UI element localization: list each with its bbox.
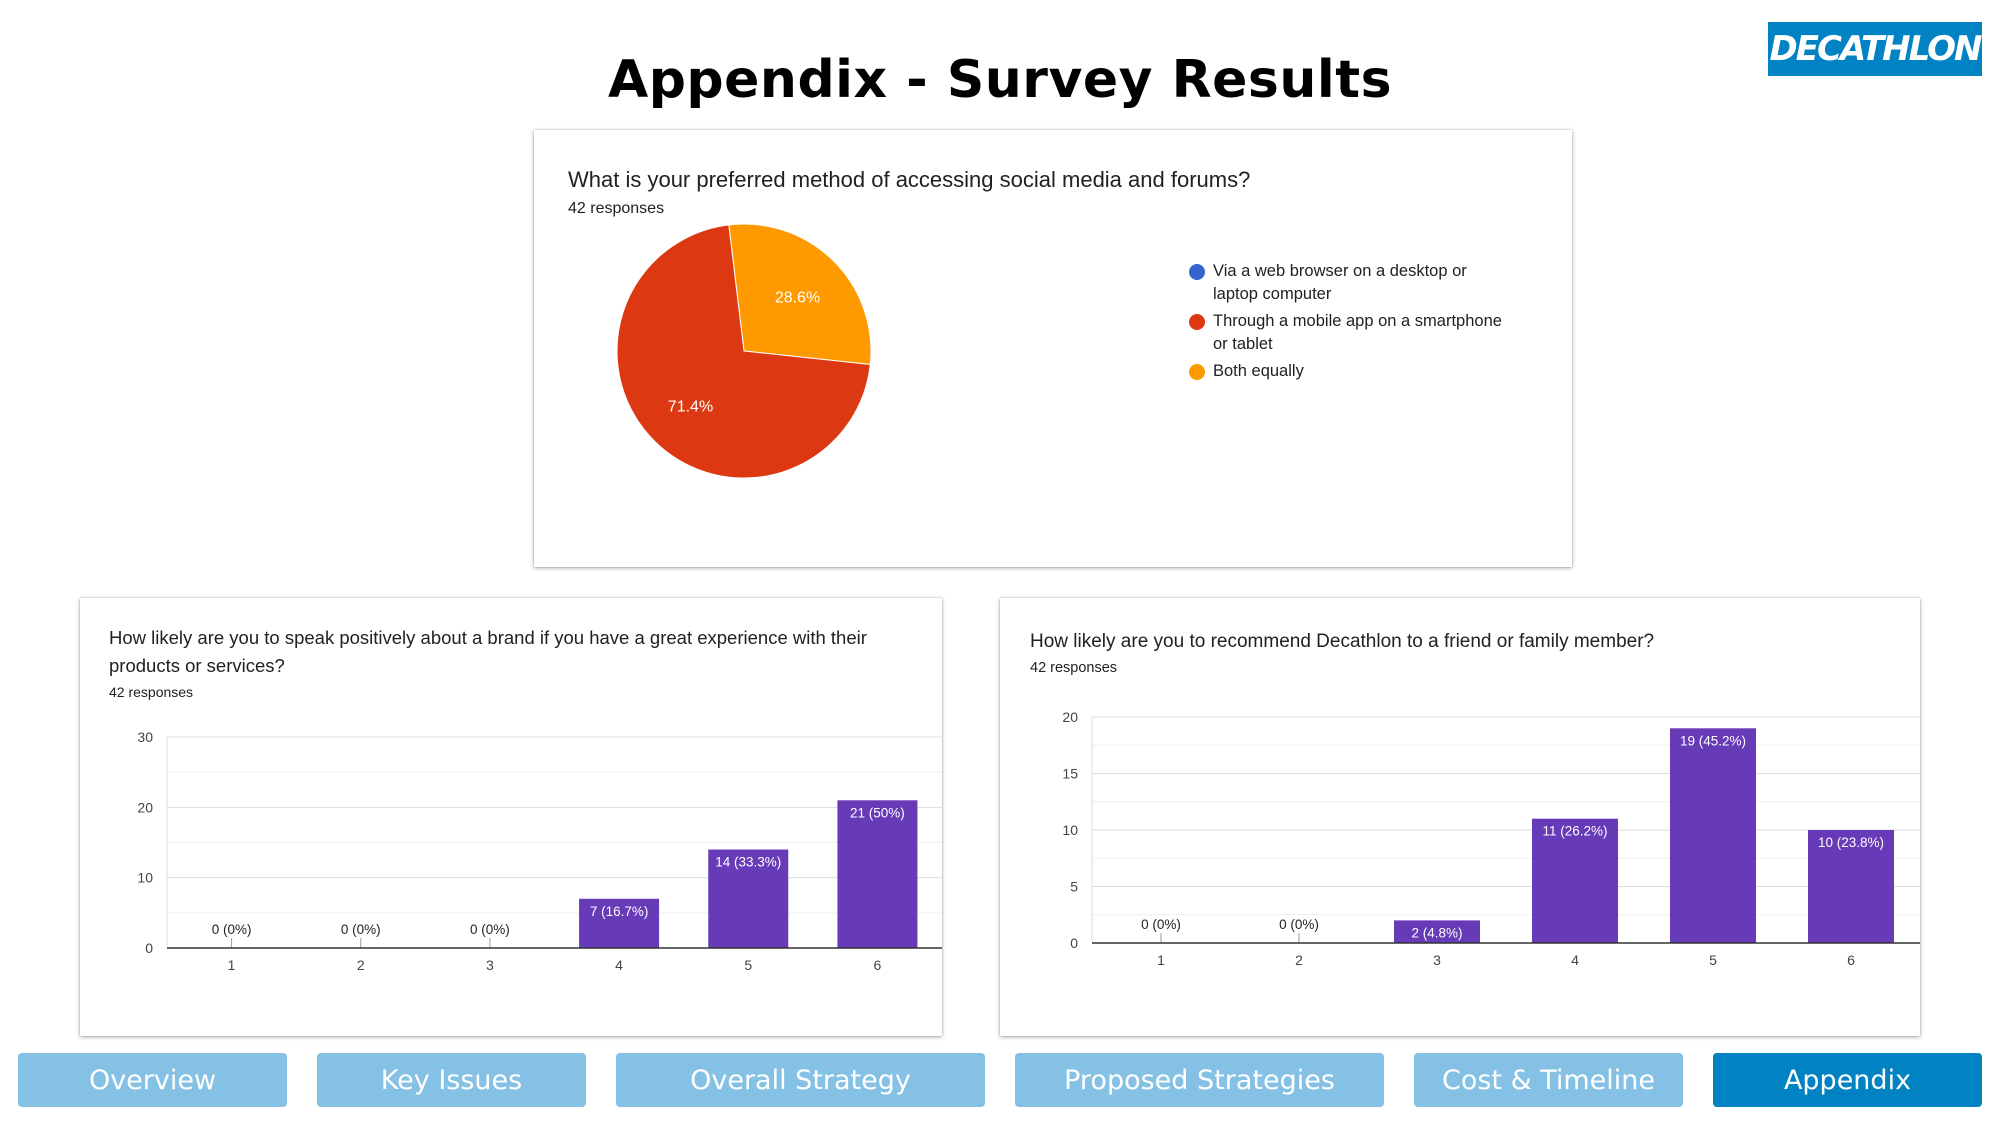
legend-label: Through a mobile app on a smartphone — [1213, 312, 1502, 330]
nav-key-issues[interactable]: Key Issues — [317, 1053, 586, 1107]
y-tick-label: 30 — [137, 729, 153, 745]
pie-chart-card: What is your preferred method of accessi… — [534, 130, 1572, 567]
legend-label: Via a web browser on a desktop or — [1213, 262, 1467, 280]
y-tick-label: 20 — [1062, 709, 1078, 725]
decathlon-logo: DECATHLON — [1768, 22, 1982, 76]
bar-data-label: 0 (0%) — [341, 922, 381, 937]
bar-data-label: 10 (23.8%) — [1818, 835, 1884, 850]
x-tick-label: 5 — [744, 957, 752, 973]
y-tick-label: 10 — [137, 870, 153, 886]
legend-label: Both equally — [1213, 362, 1304, 380]
y-tick-label: 0 — [1070, 935, 1078, 951]
x-tick-label: 4 — [1571, 952, 1579, 968]
pie-slice-label: 28.6% — [775, 290, 820, 307]
x-tick-label: 3 — [486, 957, 494, 973]
legend-label-cont: laptop computer — [1213, 285, 1332, 303]
bar-chart-right: 0 5 10 15 20 0 (0%) 1 0 (0%) 2 2 (4.8%) 3 11 (26.2%… — [1062, 709, 1920, 968]
nav-overview[interactable]: Overview — [18, 1053, 287, 1107]
x-tick-label: 2 — [1295, 952, 1303, 968]
y-tick-label: 15 — [1062, 766, 1078, 782]
bar-data-label: 19 (45.2%) — [1680, 733, 1746, 748]
bar-data-label: 0 (0%) — [1141, 917, 1181, 932]
legend-item-web-browser: Via a web browser on a desktop or laptop… — [1189, 260, 1534, 306]
legend-dot-orange — [1189, 364, 1205, 380]
page-title: Appendix - Survey Results — [607, 50, 1393, 110]
x-tick-label: 5 — [1709, 952, 1717, 968]
y-tick-label: 10 — [1062, 822, 1078, 838]
bar-chart-card-recommend: How likely are you to recommend Decathlo… — [1000, 598, 1920, 1036]
pie-responses: 42 responses — [568, 200, 665, 217]
x-tick-label: 1 — [228, 957, 236, 973]
pie-chart: 28.6% 71.4% — [616, 223, 872, 479]
nav-cost-timeline[interactable]: Cost & Timeline — [1414, 1053, 1683, 1107]
x-tick-label: 2 — [357, 957, 365, 973]
bar-data-label: 21 (50%) — [850, 805, 905, 820]
bar-data-label: 7 (16.7%) — [590, 904, 649, 919]
bar — [1670, 728, 1756, 943]
bar-data-label: 0 (0%) — [470, 922, 510, 937]
x-tick-label: 4 — [615, 957, 623, 973]
nav-overall-strategy[interactable]: Overall Strategy — [616, 1053, 985, 1107]
pie-legend: Via a web browser on a desktop or laptop… — [1189, 260, 1534, 387]
y-tick-label: 20 — [137, 799, 153, 815]
bar-data-label: 14 (33.3%) — [715, 855, 781, 870]
nav-appendix[interactable]: Appendix — [1713, 1053, 1982, 1107]
legend-item-both: Both equally — [1189, 360, 1534, 383]
legend-dot-red — [1189, 314, 1205, 330]
bar — [837, 800, 918, 948]
legend-item-mobile-app: Through a mobile app on a smartphone or … — [1189, 310, 1534, 356]
y-tick-label: 5 — [1070, 879, 1078, 895]
pie-question: What is your preferred method of accessi… — [568, 167, 1251, 192]
pie-slice-label: 71.4% — [668, 398, 713, 415]
legend-label-cont: or tablet — [1213, 335, 1273, 353]
bar-data-label: 11 (26.2%) — [1542, 824, 1607, 839]
nav-proposed-strategies[interactable]: Proposed Strategies — [1015, 1053, 1384, 1107]
x-tick-label: 1 — [1157, 952, 1165, 968]
bar-chart-card-speak-positively: How likely are you to speak positively a… — [80, 598, 942, 1036]
bar-data-label: 0 (0%) — [212, 922, 252, 937]
x-tick-label: 6 — [1847, 952, 1855, 968]
bar-data-label: 0 (0%) — [1279, 917, 1319, 932]
x-tick-label: 3 — [1433, 952, 1441, 968]
x-tick-label: 6 — [874, 957, 882, 973]
bar-data-label: 2 (4.8%) — [1411, 925, 1462, 940]
legend-dot-blue — [1189, 264, 1205, 280]
bar-chart-left: 0 10 20 30 0 (0%) 1 0 (0%) 2 0 (0%) 3 7 (16.7%) 4 14… — [137, 729, 942, 973]
y-tick-label: 0 — [145, 940, 153, 956]
